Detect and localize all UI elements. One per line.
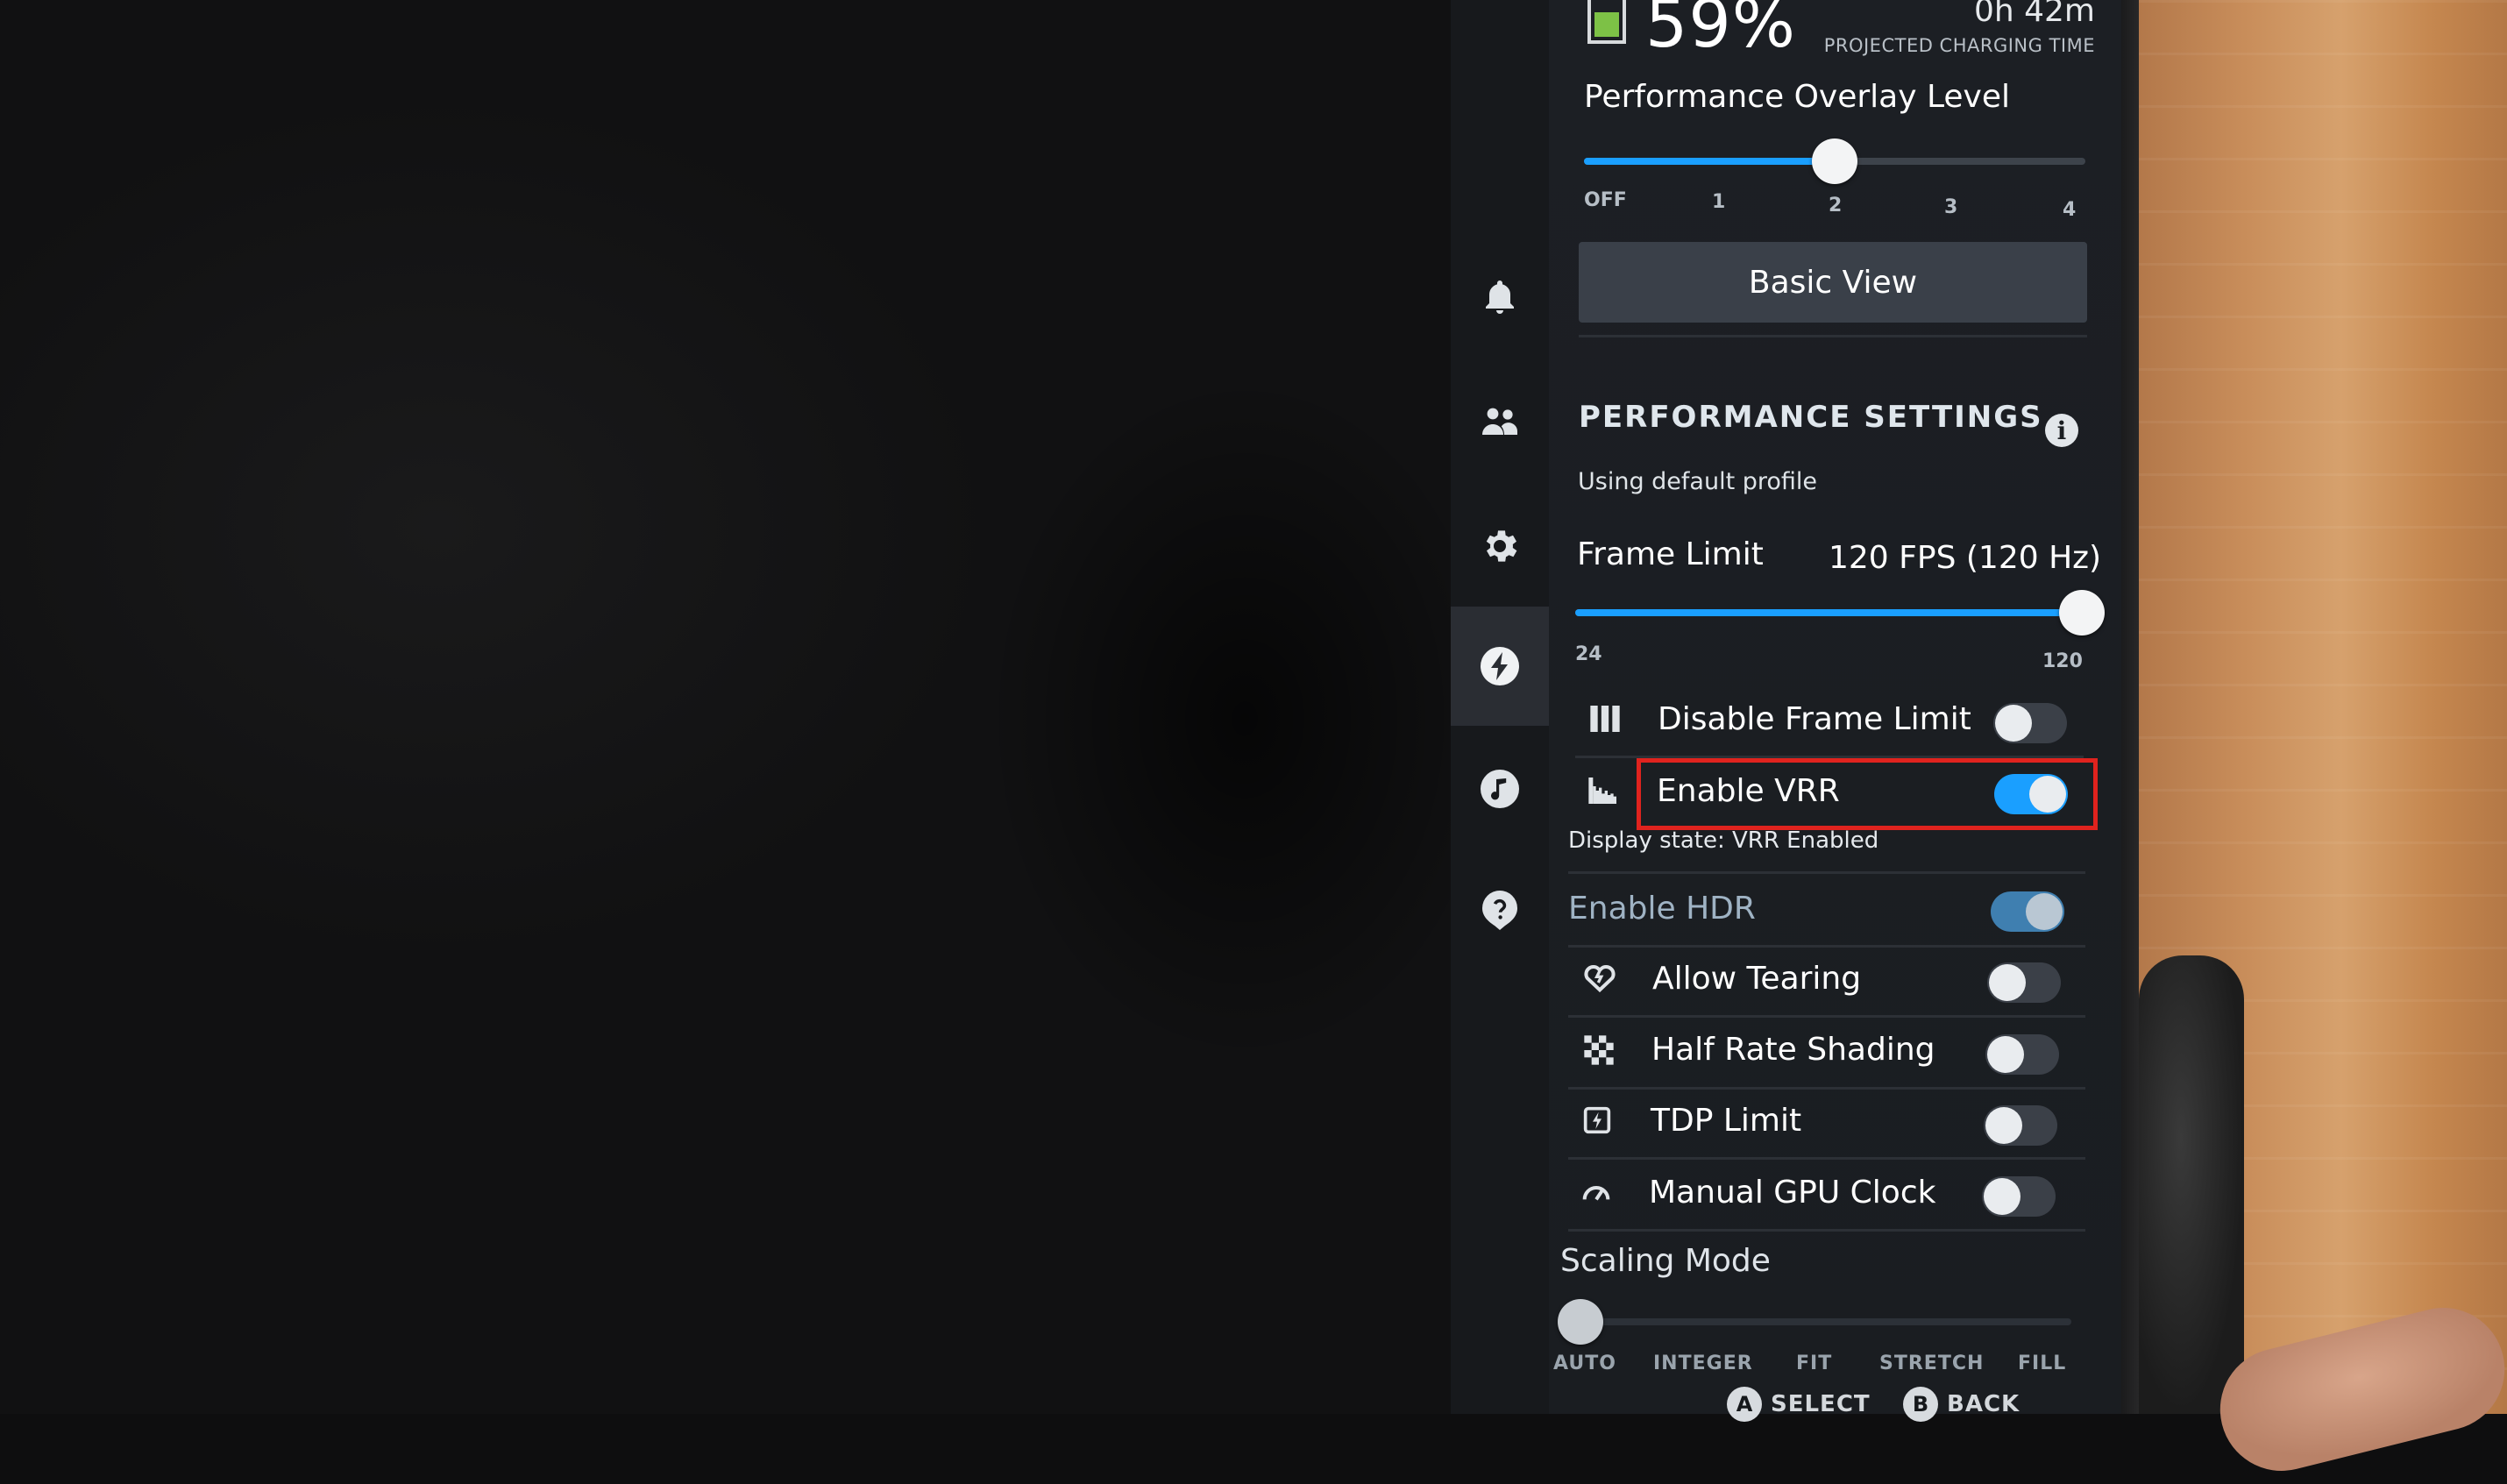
divider (1568, 871, 2085, 874)
manual-gpu-clock-toggle[interactable] (1982, 1176, 2056, 1217)
gear-icon (1486, 530, 1517, 562)
divider (1568, 1157, 2085, 1160)
charging-caption: PROJECTED CHARGING TIME (1823, 35, 2095, 56)
scaling-mode-title: Scaling Mode (1560, 1243, 1771, 1279)
nav-settings[interactable] (1451, 486, 1549, 606)
divider (1579, 335, 2087, 337)
half-rate-shading-label: Half Rate Shading (1651, 1032, 1935, 1068)
scaling-mode-slider[interactable] (1558, 1299, 2071, 1345)
disable-frame-limit-label: Disable Frame Limit (1658, 701, 1971, 737)
overlay-tick-4: 4 (2063, 199, 2077, 221)
overlay-tick-off: OFF (1584, 189, 1627, 211)
frame-limit-max: 120 (2042, 650, 2083, 672)
divider (1568, 1087, 2085, 1090)
vrr-display-state: Display state: VRR Enabled (1568, 827, 1879, 854)
allow-tearing-label: Allow Tearing (1652, 961, 1862, 997)
overlay-slider-knob[interactable] (1812, 138, 1857, 184)
friends-icon (1482, 408, 1517, 435)
frame-limit-slider-knob[interactable] (2059, 590, 2105, 635)
profile-text: Using default profile (1578, 468, 1818, 495)
battery-percent: 59% (1645, 0, 1796, 62)
enable-hdr-label: Enable HDR (1568, 891, 1756, 927)
overlay-slider-fill (1584, 158, 1835, 165)
dark-screen-background (0, 0, 1455, 1414)
quick-access-nav (1451, 0, 1549, 1414)
vrr-highlight-box (1637, 758, 2098, 830)
frame-limit-slider-fill (1575, 609, 2082, 616)
nav-friends[interactable] (1451, 363, 1549, 482)
music-icon (1481, 770, 1519, 808)
info-icon[interactable]: i (2045, 414, 2078, 447)
allow-tearing-toggle[interactable] (1987, 962, 2061, 1003)
footer-select[interactable]: A SELECT (1727, 1387, 1871, 1422)
disable-frame-limit-toggle[interactable] (1993, 703, 2067, 743)
enable-hdr-toggle[interactable] (1991, 891, 2064, 932)
half-rate-shading-toggle[interactable] (1985, 1034, 2059, 1075)
divider (1568, 1229, 2085, 1232)
scaling-option-fit: FIT (1796, 1353, 1833, 1374)
tdp-limit-label: TDP Limit (1651, 1103, 1802, 1139)
vrr-chart-icon (1586, 773, 1621, 808)
device-grip (2139, 955, 2244, 1414)
lightning-icon (1481, 647, 1519, 685)
scaling-slider-knob[interactable] (1558, 1299, 1603, 1345)
battery-icon (1587, 0, 1626, 44)
scaling-option-auto: AUTO (1553, 1353, 1616, 1374)
bars-icon (1587, 701, 1623, 736)
manual-gpu-clock-label: Manual GPU Clock (1649, 1175, 1936, 1211)
charging-time: 0h 42m (1973, 0, 2095, 29)
help-icon (1482, 891, 1517, 930)
divider (1568, 945, 2085, 948)
broken-heart-icon (1582, 961, 1617, 996)
frame-limit-slider[interactable] (1575, 590, 2105, 635)
gauge-icon (1579, 1175, 1614, 1210)
nav-notifications[interactable] (1451, 238, 1549, 358)
divider (1568, 1015, 2085, 1018)
bell-icon (1486, 280, 1514, 314)
tdp-limit-toggle[interactable] (1984, 1105, 2057, 1146)
overlay-tick-3: 3 (1944, 196, 1958, 218)
overlay-level-title: Performance Overlay Level (1584, 79, 2010, 115)
frame-limit-value: 120 FPS (120 Hz) (1829, 540, 2102, 576)
checker-icon (1581, 1033, 1616, 1068)
scaling-option-fill: FILL (2018, 1353, 2067, 1374)
overlay-tick-2: 2 (1829, 195, 1843, 217)
scaling-option-stretch: STRETCH (1879, 1353, 1985, 1374)
chip-icon (1580, 1103, 1615, 1138)
basic-view-button[interactable]: Basic View (1579, 242, 2087, 323)
performance-panel: 59% 0h 42m PROJECTED CHARGING TIME Perfo… (1549, 0, 2121, 1422)
b-button-icon: B (1903, 1387, 1938, 1422)
nav-help[interactable] (1451, 850, 1549, 969)
nav-music[interactable] (1451, 729, 1549, 849)
nav-performance[interactable] (1451, 607, 1549, 726)
a-button-icon: A (1727, 1387, 1762, 1422)
frame-limit-label: Frame Limit (1577, 536, 1764, 572)
overlay-level-slider[interactable] (1584, 138, 2085, 184)
frame-limit-min: 24 (1575, 643, 1602, 665)
scaling-option-integer: INTEGER (1653, 1353, 1753, 1374)
footer-back[interactable]: B BACK (1903, 1387, 2020, 1422)
performance-settings-title: PERFORMANCE SETTINGS (1579, 400, 2043, 435)
overlay-tick-1: 1 (1712, 191, 1726, 213)
